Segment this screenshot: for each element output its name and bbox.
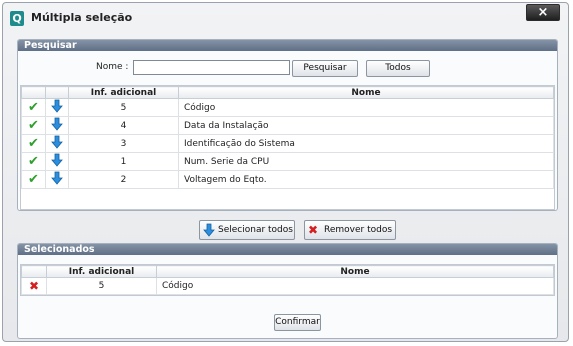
col-header-info[interactable]: Inf. adicional bbox=[68, 86, 179, 99]
result-name: Identificação do Sistema bbox=[178, 134, 554, 153]
select-all-button[interactable]: Selecionar todos bbox=[199, 220, 295, 240]
app-logo-icon: Q bbox=[10, 11, 24, 26]
arrow-down-icon[interactable] bbox=[51, 135, 63, 149]
check-icon[interactable]: ✔ bbox=[28, 172, 39, 187]
arrow-down-icon[interactable] bbox=[51, 153, 63, 167]
check-icon[interactable]: ✔ bbox=[28, 118, 39, 133]
results-grid: Inf. adicional Nome ✔ 5 Código ✔ 4 Data da In… bbox=[20, 85, 555, 210]
arrow-down-icon[interactable] bbox=[51, 171, 63, 185]
result-row[interactable]: ✔ 1 Num. Serie da CPU bbox=[21, 152, 554, 171]
col-header-name[interactable]: Nome bbox=[178, 86, 554, 99]
title-bar: Q Múltipla seleção × bbox=[3, 3, 568, 31]
x-icon[interactable]: ✖ bbox=[29, 279, 39, 293]
results-header-row: Inf. adicional Nome bbox=[21, 86, 554, 99]
sel-col-header-name[interactable]: Nome bbox=[156, 265, 554, 278]
arrow-down-icon[interactable] bbox=[51, 99, 63, 113]
arrow-down-icon bbox=[203, 223, 215, 244]
result-info: 5 bbox=[68, 98, 179, 117]
sel-col-header-info[interactable]: Inf. adicional bbox=[46, 265, 157, 278]
select-all-label: Selecionar todos bbox=[218, 225, 293, 235]
dialog-title: Múltipla seleção bbox=[31, 11, 133, 24]
remove-all-label: Remover todos bbox=[324, 225, 393, 235]
all-button[interactable]: Todos bbox=[366, 60, 430, 77]
check-icon[interactable]: ✔ bbox=[28, 136, 39, 151]
confirm-button[interactable]: Confirmar bbox=[274, 314, 321, 331]
sel-col-header-remove bbox=[21, 265, 47, 278]
search-button[interactable]: Pesquisar bbox=[292, 60, 358, 77]
result-info: 1 bbox=[68, 152, 179, 171]
multi-select-dialog: Q Múltipla seleção × Pesquisar Nome : Pe… bbox=[2, 2, 569, 342]
x-icon: ✖ bbox=[308, 223, 319, 237]
selected-info: 5 bbox=[46, 277, 157, 295]
search-panel-header: Pesquisar bbox=[18, 40, 557, 51]
result-info: 2 bbox=[68, 170, 179, 189]
result-row[interactable]: ✔ 5 Código bbox=[21, 98, 554, 117]
result-info: 4 bbox=[68, 116, 179, 135]
result-row[interactable]: ✔ 3 Identificação do Sistema bbox=[21, 134, 554, 153]
close-button[interactable]: × bbox=[526, 4, 560, 21]
col-header-move bbox=[45, 86, 69, 99]
selected-grid: Inf. adicional Nome ✖ 5 Código bbox=[20, 264, 555, 296]
check-icon[interactable]: ✔ bbox=[28, 100, 39, 115]
selected-header-row: Inf. adicional Nome bbox=[21, 265, 554, 278]
result-info: 3 bbox=[68, 134, 179, 153]
arrow-down-icon[interactable] bbox=[51, 117, 63, 131]
name-input[interactable] bbox=[133, 60, 290, 75]
result-name: Data da Instalação bbox=[178, 116, 554, 135]
check-icon[interactable]: ✔ bbox=[28, 154, 39, 169]
col-header-select bbox=[21, 86, 46, 99]
result-row[interactable]: ✔ 2 Voltagem do Eqto. bbox=[21, 170, 554, 189]
selected-name: Código bbox=[156, 277, 554, 295]
result-name: Voltagem do Eqto. bbox=[178, 170, 554, 189]
remove-all-button[interactable]: ✖ Remover todos bbox=[304, 220, 396, 240]
search-panel: Pesquisar Nome : Pesquisar Todos Inf. ad… bbox=[17, 39, 558, 211]
result-name: Código bbox=[178, 98, 554, 117]
result-row[interactable]: ✔ 4 Data da Instalação bbox=[21, 116, 554, 135]
selected-row[interactable]: ✖ 5 Código bbox=[21, 277, 554, 295]
name-label: Nome : bbox=[96, 62, 129, 72]
result-name: Num. Serie da CPU bbox=[178, 152, 554, 171]
selected-panel-header: Selecionados bbox=[18, 244, 557, 255]
